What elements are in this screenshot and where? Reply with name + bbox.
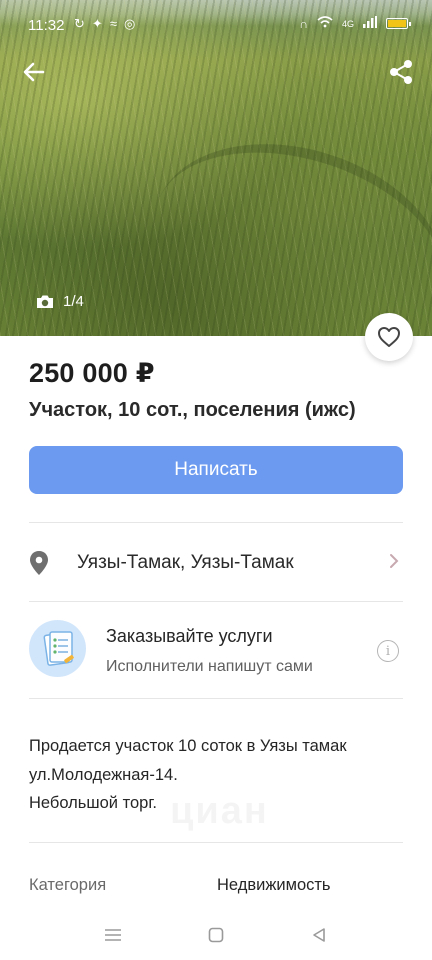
sparkle-icon: ✦ (91, 16, 103, 31)
status-right-icons: ∩ 4G (299, 16, 411, 31)
services-subtitle: Исполнители напишут сами (106, 658, 313, 675)
services-title: Заказывайте услуги (106, 626, 273, 646)
favorite-button[interactable] (365, 313, 413, 361)
info-icon[interactable]: i (377, 640, 399, 662)
signal-wave-icon: ≈ (109, 16, 117, 31)
cian-watermark: циан (170, 790, 269, 833)
instagram-icon: ◎ (123, 16, 136, 31)
share-icon (390, 60, 412, 84)
system-nav-bar (0, 910, 432, 960)
map-pin-icon (29, 550, 59, 576)
description-line: Продается участок 10 соток в Уязы тамак (29, 737, 347, 755)
menu-icon[interactable] (101, 924, 125, 946)
divider (29, 698, 403, 699)
share-button[interactable] (384, 57, 418, 87)
listing-price: 250 000 ₽ (29, 358, 155, 388)
back-button[interactable] (18, 57, 52, 87)
description-line: ул.Молодежная-14. (29, 765, 178, 784)
camera-icon (37, 295, 53, 308)
sync-icon: ↻ (74, 16, 85, 31)
wifi-icon (317, 16, 333, 31)
services-promo[interactable]: Заказывайте услуги Исполнители напишут с… (29, 620, 403, 682)
detail-key: Категория (29, 876, 107, 894)
listing-title: Участок, 10 сот., поселения (ижс) (29, 399, 356, 421)
cell-signal-icon (363, 16, 377, 31)
listing-photo[interactable] (0, 0, 432, 336)
photo-counter: 1/4 (36, 293, 84, 310)
headset-icon: ∩ (299, 16, 308, 31)
status-left-icons: ↻ ✦ ≈ ◎ (74, 16, 135, 32)
location-row[interactable]: Уязы-Тамак, Уязы-Тамак (29, 540, 403, 586)
heart-icon (378, 327, 400, 347)
detail-value: Недвижимость (217, 876, 331, 894)
divider (29, 601, 403, 602)
arrow-left-icon (23, 62, 45, 82)
status-time: 11:32 (28, 17, 65, 34)
nav-back-icon[interactable] (307, 924, 331, 946)
write-message-button[interactable]: Написать (29, 446, 403, 494)
location-text: Уязы-Тамак, Уязы-Тамак (77, 552, 294, 573)
divider (29, 522, 403, 523)
battery-icon (386, 18, 411, 29)
photo-counter-text: 1/4 (63, 293, 84, 310)
chevron-right-icon (389, 553, 403, 574)
network-label: 4G (341, 18, 354, 29)
home-icon[interactable] (204, 924, 228, 946)
divider (29, 842, 403, 843)
status-bar: 11:32 ↻ ✦ ≈ ◎ ∩ 4G (0, 0, 432, 50)
services-illustration-icon (29, 620, 86, 677)
